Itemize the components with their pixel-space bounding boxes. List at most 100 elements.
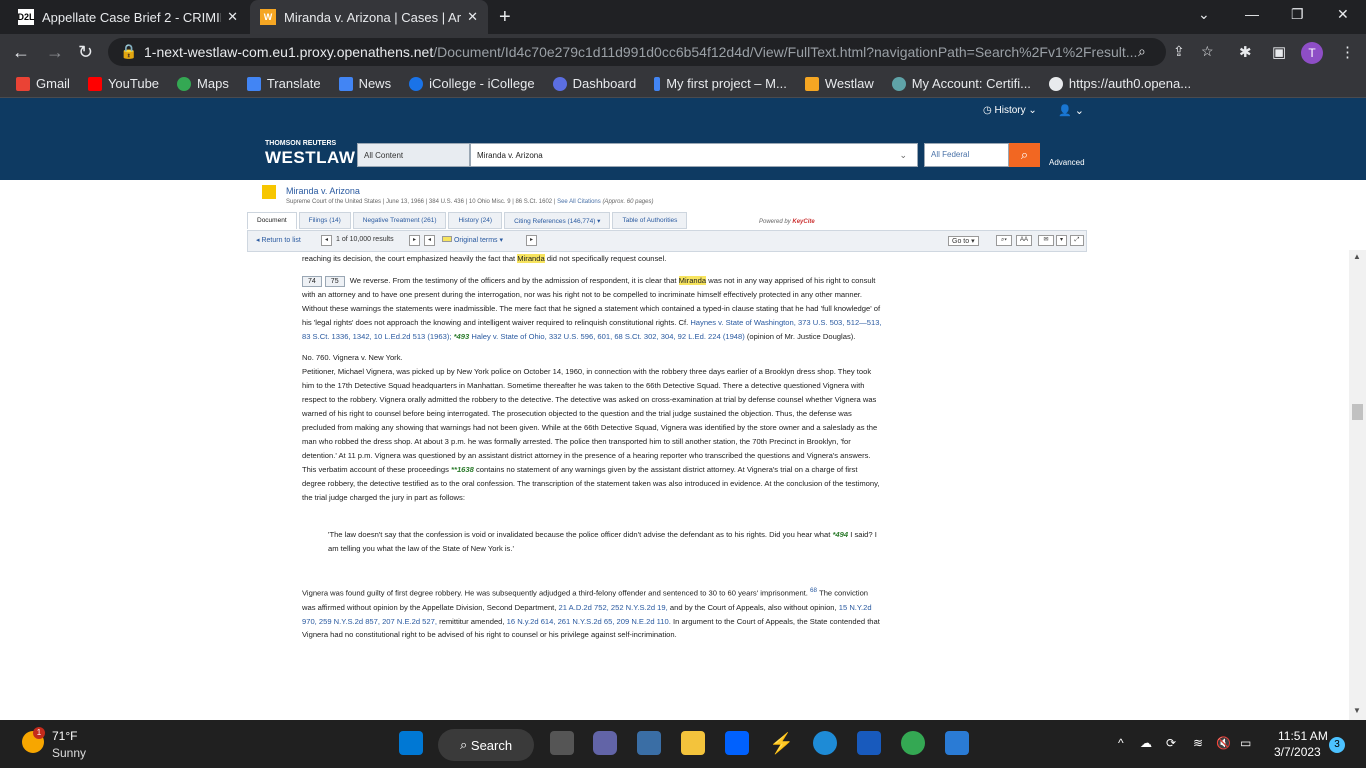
- lightning-app-icon[interactable]: ⚡: [769, 731, 794, 755]
- word-icon[interactable]: [857, 731, 881, 755]
- bookmark-icollege[interactable]: iCollege - iCollege: [409, 76, 535, 91]
- volume-muted-icon[interactable]: 🔇: [1216, 736, 1231, 750]
- westlaw-logo[interactable]: WESTLAW: [265, 148, 355, 168]
- tab-history[interactable]: History (24): [448, 212, 503, 229]
- star-page: *493: [453, 331, 470, 341]
- bookmark-dashboard[interactable]: Dashboard: [552, 76, 636, 91]
- advanced-search-link[interactable]: Advanced: [1049, 158, 1085, 167]
- history-menu[interactable]: ◷ History ⌄: [983, 105, 1037, 116]
- tab-title: Miranda v. Arizona | Cases | Arizo: [284, 9, 462, 25]
- taskbar-search[interactable]: ⌕ Search: [438, 729, 534, 761]
- page-marker[interactable]: 74: [302, 275, 322, 287]
- return-to-list-link[interactable]: ◂ Return to list: [256, 236, 301, 244]
- bookmark-news[interactable]: News: [338, 76, 391, 91]
- bookmark-star-icon[interactable]: ☆: [1201, 43, 1214, 60]
- see-all-citations-link[interactable]: See All Citations: [557, 199, 601, 205]
- cloud-icon[interactable]: ☁: [1140, 736, 1152, 750]
- prev-term-icon[interactable]: ◂: [424, 235, 435, 246]
- notification-badge[interactable]: 3: [1329, 737, 1345, 753]
- text-size-icon[interactable]: AA: [1016, 235, 1032, 246]
- task-view-icon[interactable]: [550, 731, 574, 755]
- address-bar[interactable]: 🔒 1-next-westlaw-com.eu1.proxy.openathen…: [108, 38, 1214, 66]
- extensions-icon[interactable]: ✱: [1239, 43, 1252, 61]
- back-icon[interactable]: ←: [12, 42, 30, 63]
- wifi-icon[interactable]: ≋: [1193, 736, 1203, 750]
- chevron-down-icon[interactable]: ⌄: [899, 150, 907, 161]
- scroll-down-icon[interactable]: ▼: [1353, 706, 1361, 715]
- window-close-icon[interactable]: ✕: [1337, 6, 1349, 23]
- start-windows-icon[interactable]: [399, 731, 423, 755]
- side-panel-icon[interactable]: ▣: [1272, 43, 1286, 61]
- tab-negative-treatment[interactable]: Negative Treatment (261): [352, 212, 447, 229]
- tab-appellate-case-brief[interactable]: D2L Appellate Case Brief 2 - CRIMINA ✕: [8, 0, 248, 34]
- bookmark-translate[interactable]: Translate: [246, 76, 321, 91]
- show-hidden-icons-icon[interactable]: ^: [1118, 736, 1124, 750]
- lock-icon[interactable]: 🔒: [120, 43, 137, 60]
- reload-icon[interactable]: ↻: [78, 42, 93, 63]
- next-term-icon[interactable]: ▸: [526, 235, 537, 246]
- search-within-icon[interactable]: ⌕▾: [996, 235, 1012, 246]
- chrome-icon[interactable]: [901, 731, 925, 755]
- tab-table-of-authorities[interactable]: Table of Authorities: [612, 212, 688, 229]
- bookmark-auth0[interactable]: https://auth0.opena...: [1048, 76, 1191, 91]
- delivery-dropdown-icon[interactable]: ▾: [1056, 235, 1067, 246]
- page-marker[interactable]: 75: [324, 275, 345, 287]
- restore-icon[interactable]: ❐: [1291, 6, 1304, 23]
- tab-citing-references[interactable]: Citing References (146,774) ▾: [504, 212, 611, 229]
- clock-date[interactable]: 3/7/2023: [1274, 745, 1321, 759]
- search-button[interactable]: ⌕: [1009, 143, 1040, 167]
- email-icon[interactable]: ✉: [1038, 235, 1054, 246]
- minimize-icon[interactable]: —: [1245, 6, 1259, 22]
- westlaw-favicon-icon: W: [260, 9, 276, 25]
- bookmark-westlaw[interactable]: Westlaw: [804, 76, 874, 91]
- tab-filings[interactable]: Filings (14): [298, 212, 351, 229]
- tab-miranda-westlaw[interactable]: W Miranda v. Arizona | Cases | Arizo ✕: [250, 0, 488, 34]
- go-to-select[interactable]: Go to ▾: [948, 236, 979, 246]
- keycite-flag-icon[interactable]: [262, 185, 276, 199]
- share-icon[interactable]: ⇪: [1173, 43, 1185, 60]
- bookmark-youtube[interactable]: YouTube: [87, 76, 159, 91]
- bookmark-maps[interactable]: Maps: [177, 76, 229, 91]
- dropbox-icon[interactable]: [725, 731, 749, 755]
- jurisdiction-select[interactable]: All Federal: [924, 143, 1009, 167]
- battery-icon[interactable]: ▭: [1240, 736, 1251, 750]
- next-result-icon[interactable]: ▸: [409, 235, 420, 246]
- full-screen-icon[interactable]: ⤢: [1070, 235, 1084, 246]
- menu-icon[interactable]: ⋮: [1340, 43, 1355, 61]
- bookmark-gmail[interactable]: Gmail: [16, 76, 70, 91]
- teams-chat-icon[interactable]: [593, 731, 617, 755]
- new-tab-icon[interactable]: +: [499, 6, 511, 29]
- search-input[interactable]: Miranda v. Arizona ⌄: [470, 143, 918, 167]
- user-menu-icon[interactable]: 👤 ⌄: [1058, 104, 1084, 117]
- microsoft-store-icon[interactable]: [637, 731, 661, 755]
- case-citation-link[interactable]: 21 A.D.2d 752, 252 N.Y.S.2d 19,: [559, 603, 668, 612]
- tab-search-icon[interactable]: ⌄: [1198, 6, 1210, 23]
- file-explorer-icon[interactable]: [681, 731, 705, 755]
- close-tab-icon[interactable]: ✕: [227, 9, 238, 25]
- page-scrollbar[interactable]: [1349, 250, 1366, 720]
- photos-icon[interactable]: [945, 731, 969, 755]
- scroll-thumb[interactable]: [1352, 404, 1363, 420]
- scroll-up-icon[interactable]: ▲: [1353, 252, 1361, 261]
- forward-icon[interactable]: →: [46, 42, 64, 63]
- paragraph: Vignera was found guilty of first degree…: [302, 587, 880, 640]
- case-citation-link[interactable]: 16 N.y.2d 614, 261 N.Y.S.2d 65, 209 N.E.…: [507, 617, 671, 626]
- original-terms-select[interactable]: Original terms ▾: [442, 236, 503, 244]
- content-type-select[interactable]: All Content: [357, 143, 470, 167]
- paragraph: 74 75 We reverse. From the testimony of t…: [302, 275, 882, 341]
- bookmark-my-account[interactable]: My Account: Certifi...: [891, 76, 1031, 91]
- prev-result-icon[interactable]: ◂: [321, 235, 332, 246]
- close-tab-icon[interactable]: ✕: [467, 9, 478, 25]
- edge-icon[interactable]: [813, 731, 837, 755]
- sync-icon[interactable]: ⟳: [1166, 736, 1176, 750]
- weather-temperature[interactable]: 71°F: [52, 729, 77, 743]
- icollege-icon: [409, 76, 424, 91]
- footnote-link[interactable]: 68: [810, 587, 817, 594]
- profile-avatar[interactable]: T: [1301, 42, 1323, 64]
- clock-time[interactable]: 11:51 AM: [1278, 729, 1328, 743]
- case-citation-link[interactable]: Haley v. State of Ohio, 332 U.S. 596, 60…: [471, 332, 744, 341]
- zoom-icon[interactable]: ⌕: [1138, 43, 1146, 60]
- tab-document[interactable]: Document: [247, 212, 297, 229]
- bookmark-my-first-project[interactable]: My first project – M...: [654, 76, 787, 91]
- weather-condition[interactable]: Sunny: [52, 746, 86, 760]
